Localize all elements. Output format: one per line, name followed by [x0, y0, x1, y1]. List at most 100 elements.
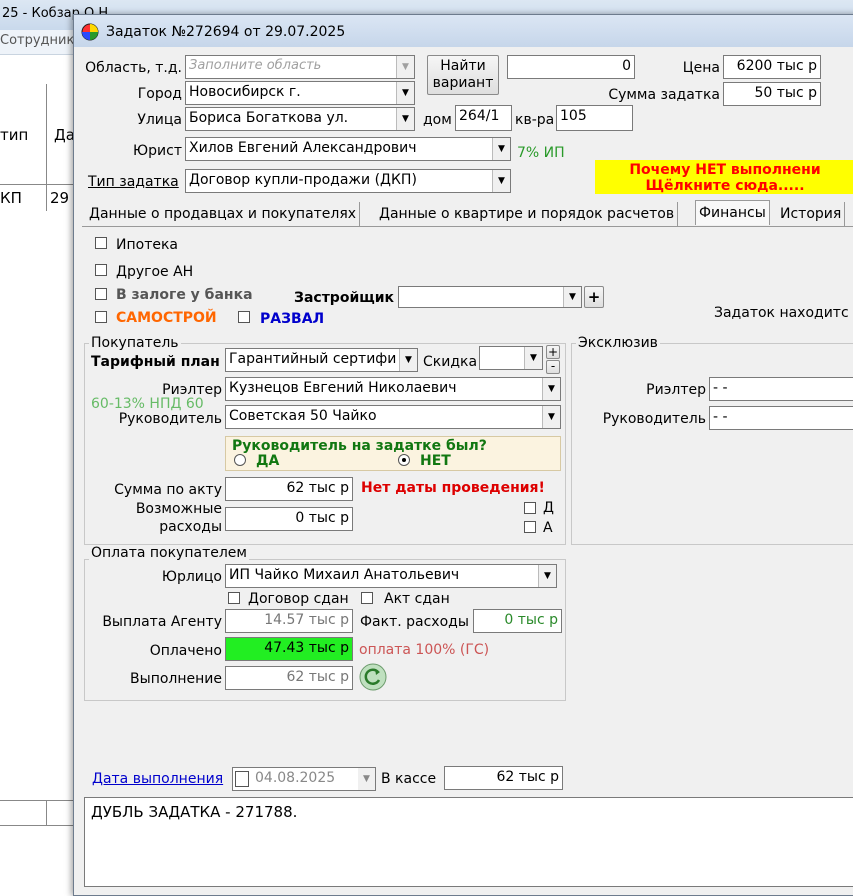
- manager-combo[interactable]: Советская 50 Чайко ▼: [225, 405, 561, 429]
- developer-combo[interactable]: ▼: [398, 286, 582, 308]
- razval-label: РАЗВАЛ: [260, 311, 325, 327]
- expenses-field[interactable]: 0 тыс р: [225, 507, 353, 531]
- lawyer-combo[interactable]: Хилов Евгений Александрович ▼: [185, 137, 511, 161]
- ex-manager-label: Руководитель: [602, 411, 706, 427]
- legal-entity-combo[interactable]: ИП Чайко Михаил Анатольевич ▼: [225, 564, 557, 588]
- chevron-down-icon[interactable]: ▼: [492, 170, 510, 192]
- act-handed-label: Акт сдан: [384, 591, 450, 607]
- manager-label: Руководитель: [118, 411, 222, 427]
- chevron-down-icon[interactable]: ▼: [396, 56, 414, 78]
- exclusive-group: [571, 343, 853, 545]
- lawyer-percent: 7% ИП: [517, 145, 565, 161]
- chevron-down-icon[interactable]: ▼: [399, 349, 417, 371]
- razval-checkbox[interactable]: [238, 311, 250, 323]
- find-variant-button[interactable]: Найти вариант: [427, 55, 499, 95]
- bank-pledge-checkbox[interactable]: [95, 288, 107, 300]
- other-agency-checkbox[interactable]: [95, 264, 107, 276]
- chevron-down-icon[interactable]: ▼: [524, 347, 542, 369]
- chevron-down-icon[interactable]: ▼: [396, 82, 414, 104]
- flat-label: кв-ра: [515, 112, 555, 128]
- street-combo[interactable]: Бориса Богаткова ул. ▼: [185, 107, 415, 131]
- why-not-completed-banner[interactable]: Почему НЕТ выполнени Щёлкните сюда.....: [595, 160, 853, 194]
- act-handed-checkbox[interactable]: [361, 592, 373, 604]
- completion-field[interactable]: 62 тыс р: [225, 666, 353, 690]
- completion-date-picker[interactable]: 04.08.2025 ▼: [232, 767, 376, 791]
- chevron-down-icon[interactable]: ▼: [563, 287, 581, 307]
- mortgage-checkbox[interactable]: [95, 237, 107, 249]
- background-table-row[interactable]: КП 29: [0, 185, 80, 211]
- exclusive-group-title: Эксклюзив: [576, 335, 660, 351]
- act-sum-field[interactable]: 62 тыс р: [225, 477, 353, 501]
- expenses-label-line2: расходы: [159, 519, 222, 535]
- app-logo-icon: [81, 23, 99, 41]
- flat-field[interactable]: 105: [556, 105, 633, 131]
- buyer-group-title: Покупатель: [89, 335, 181, 351]
- chevron-down-icon[interactable]: ▼: [538, 565, 556, 587]
- background-col-date: Да: [54, 126, 75, 144]
- tab-history[interactable]: История: [777, 202, 846, 226]
- manager-yes-label: ДА: [256, 453, 280, 469]
- cash-field[interactable]: 62 тыс р: [444, 766, 563, 790]
- refresh-icon[interactable]: [358, 662, 388, 692]
- background-table-header: тип Да: [0, 84, 80, 185]
- window-title-bar: Задаток №272694 от 29.07.2025: [74, 15, 853, 47]
- background-menu-item[interactable]: Сотрудник: [0, 33, 74, 48]
- deposit-sum-field[interactable]: 50 тыс р: [723, 82, 821, 106]
- region-label: Область, т.д.: [85, 60, 182, 76]
- discount-combo[interactable]: ▼: [479, 346, 543, 370]
- completion-date-checkbox[interactable]: [235, 771, 249, 787]
- agent-payout-field[interactable]: 14.57 тыс р: [225, 609, 353, 633]
- contract-handed-label: Договор сдан: [248, 591, 349, 607]
- note-textarea[interactable]: ДУБЛЬ ЗАДАТКА - 271788.: [84, 797, 853, 887]
- tariff-label: Тарифный план: [91, 354, 220, 370]
- chevron-down-icon[interactable]: ▼: [492, 138, 510, 160]
- paid-field[interactable]: 47.43 тыс р: [225, 637, 353, 661]
- background-row-type: КП: [0, 189, 22, 207]
- fact-expenses-label: Факт. расходы: [360, 614, 469, 630]
- deposit-type-combo[interactable]: Договор купли-продажи (ДКП) ▼: [185, 169, 511, 193]
- region-combo[interactable]: Заполните область ▼: [185, 55, 415, 79]
- samostroy-checkbox[interactable]: [95, 311, 107, 323]
- tab-apartment-payments[interactable]: Данные о квартире и порядок расчетов: [376, 202, 679, 226]
- deposit-sum-label: Сумма задатка: [608, 87, 720, 103]
- tariff-combo[interactable]: Гарантийный сертифи ▼: [225, 348, 418, 372]
- add-developer-button[interactable]: +: [584, 286, 604, 308]
- other-agency-label: Другое АН: [116, 264, 194, 280]
- plus-icon: +: [587, 288, 601, 306]
- a-label: А: [543, 520, 553, 536]
- chevron-down-icon[interactable]: ▼: [542, 378, 560, 400]
- price-label: Цена: [682, 60, 720, 76]
- chevron-down-icon[interactable]: ▼: [542, 406, 560, 428]
- manager-no-radio[interactable]: [398, 454, 410, 466]
- background-footer-row: [0, 800, 80, 826]
- background-row-date: 29: [50, 189, 70, 207]
- ex-realtor-field[interactable]: - -: [709, 377, 853, 401]
- find-value-field[interactable]: 0: [507, 55, 635, 79]
- tab-finance[interactable]: Финансы: [695, 200, 770, 225]
- d-checkbox[interactable]: [524, 502, 536, 514]
- realtor-combo[interactable]: Кузнецов Евгений Николаевич ▼: [225, 377, 561, 401]
- a-checkbox[interactable]: [524, 521, 536, 533]
- lawyer-label: Юрист: [133, 143, 182, 159]
- deposit-type-link[interactable]: Тип задатка: [88, 173, 179, 191]
- house-field[interactable]: 264/1: [455, 105, 512, 131]
- discount-minus-button[interactable]: -: [546, 360, 560, 374]
- street-label: Улица: [137, 112, 182, 128]
- city-combo[interactable]: Новосибирск г. ▼: [185, 81, 415, 105]
- discount-plus-button[interactable]: +: [546, 345, 560, 359]
- ex-manager-field[interactable]: - -: [709, 406, 853, 430]
- chevron-down-icon[interactable]: ▼: [396, 108, 414, 130]
- mortgage-label: Ипотека: [116, 237, 178, 253]
- completion-date-link[interactable]: Дата выполнения: [92, 770, 223, 788]
- discount-label: Скидка: [423, 354, 478, 370]
- fact-expenses-field[interactable]: 0 тыс р: [473, 609, 562, 633]
- price-field[interactable]: 6200 тыс р: [723, 55, 821, 79]
- chevron-down-icon[interactable]: ▼: [358, 768, 375, 790]
- completion-label: Выполнение: [130, 671, 222, 687]
- tab-sellers-buyers[interactable]: Данные о продавцах и покупателях: [86, 202, 361, 226]
- contract-handed-checkbox[interactable]: [228, 592, 240, 604]
- deposit-window: Задаток №272694 от 29.07.2025 Область, т…: [73, 14, 853, 896]
- manager-yes-radio[interactable]: [234, 454, 246, 466]
- payment-group-title: Оплата покупателем: [89, 545, 249, 561]
- deposit-location-label: Задаток находитс: [714, 305, 849, 321]
